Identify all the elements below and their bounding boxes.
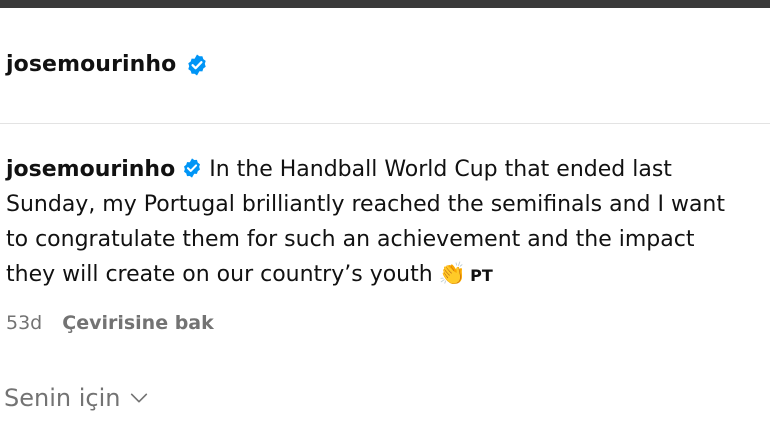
header-username[interactable]: josemourinho <box>6 52 176 77</box>
caption-comment: josemourinho In the Handball World Cup th… <box>6 152 770 292</box>
caption-text-3: to congratulate them for such an achieve… <box>6 227 695 252</box>
feed-filter-dropdown[interactable]: Senin için <box>4 384 150 412</box>
caption-text-2: Sunday, my Portugal brilliantly reached … <box>6 192 725 217</box>
language-tag: PT <box>470 266 493 285</box>
verified-badge-icon <box>184 158 201 178</box>
caption-username[interactable]: josemourinho <box>6 157 175 182</box>
caption-line-4: they will create on our country’s youth 👏… <box>6 257 770 292</box>
caption-text-1: In the Handball World Cup that ended las… <box>209 157 672 182</box>
comment-age: 53d <box>6 312 43 334</box>
header-user[interactable]: josemourinho <box>6 52 209 77</box>
feed-filter-label: Senin için <box>4 384 121 412</box>
caption-text-4: they will create on our country’s youth <box>6 262 433 287</box>
verified-badge-icon <box>188 54 207 75</box>
caption-line-1: josemourinho In the Handball World Cup th… <box>6 152 770 187</box>
chevron-down-icon <box>131 393 148 403</box>
see-translation-button[interactable]: Çevirisine bak <box>62 312 214 334</box>
comment-meta: 53d Çevirisine bak <box>6 312 214 334</box>
clapping-hands-icon: 👏 <box>438 262 467 287</box>
top-window-bar <box>0 0 770 8</box>
post-header: josemourinho <box>0 8 770 124</box>
